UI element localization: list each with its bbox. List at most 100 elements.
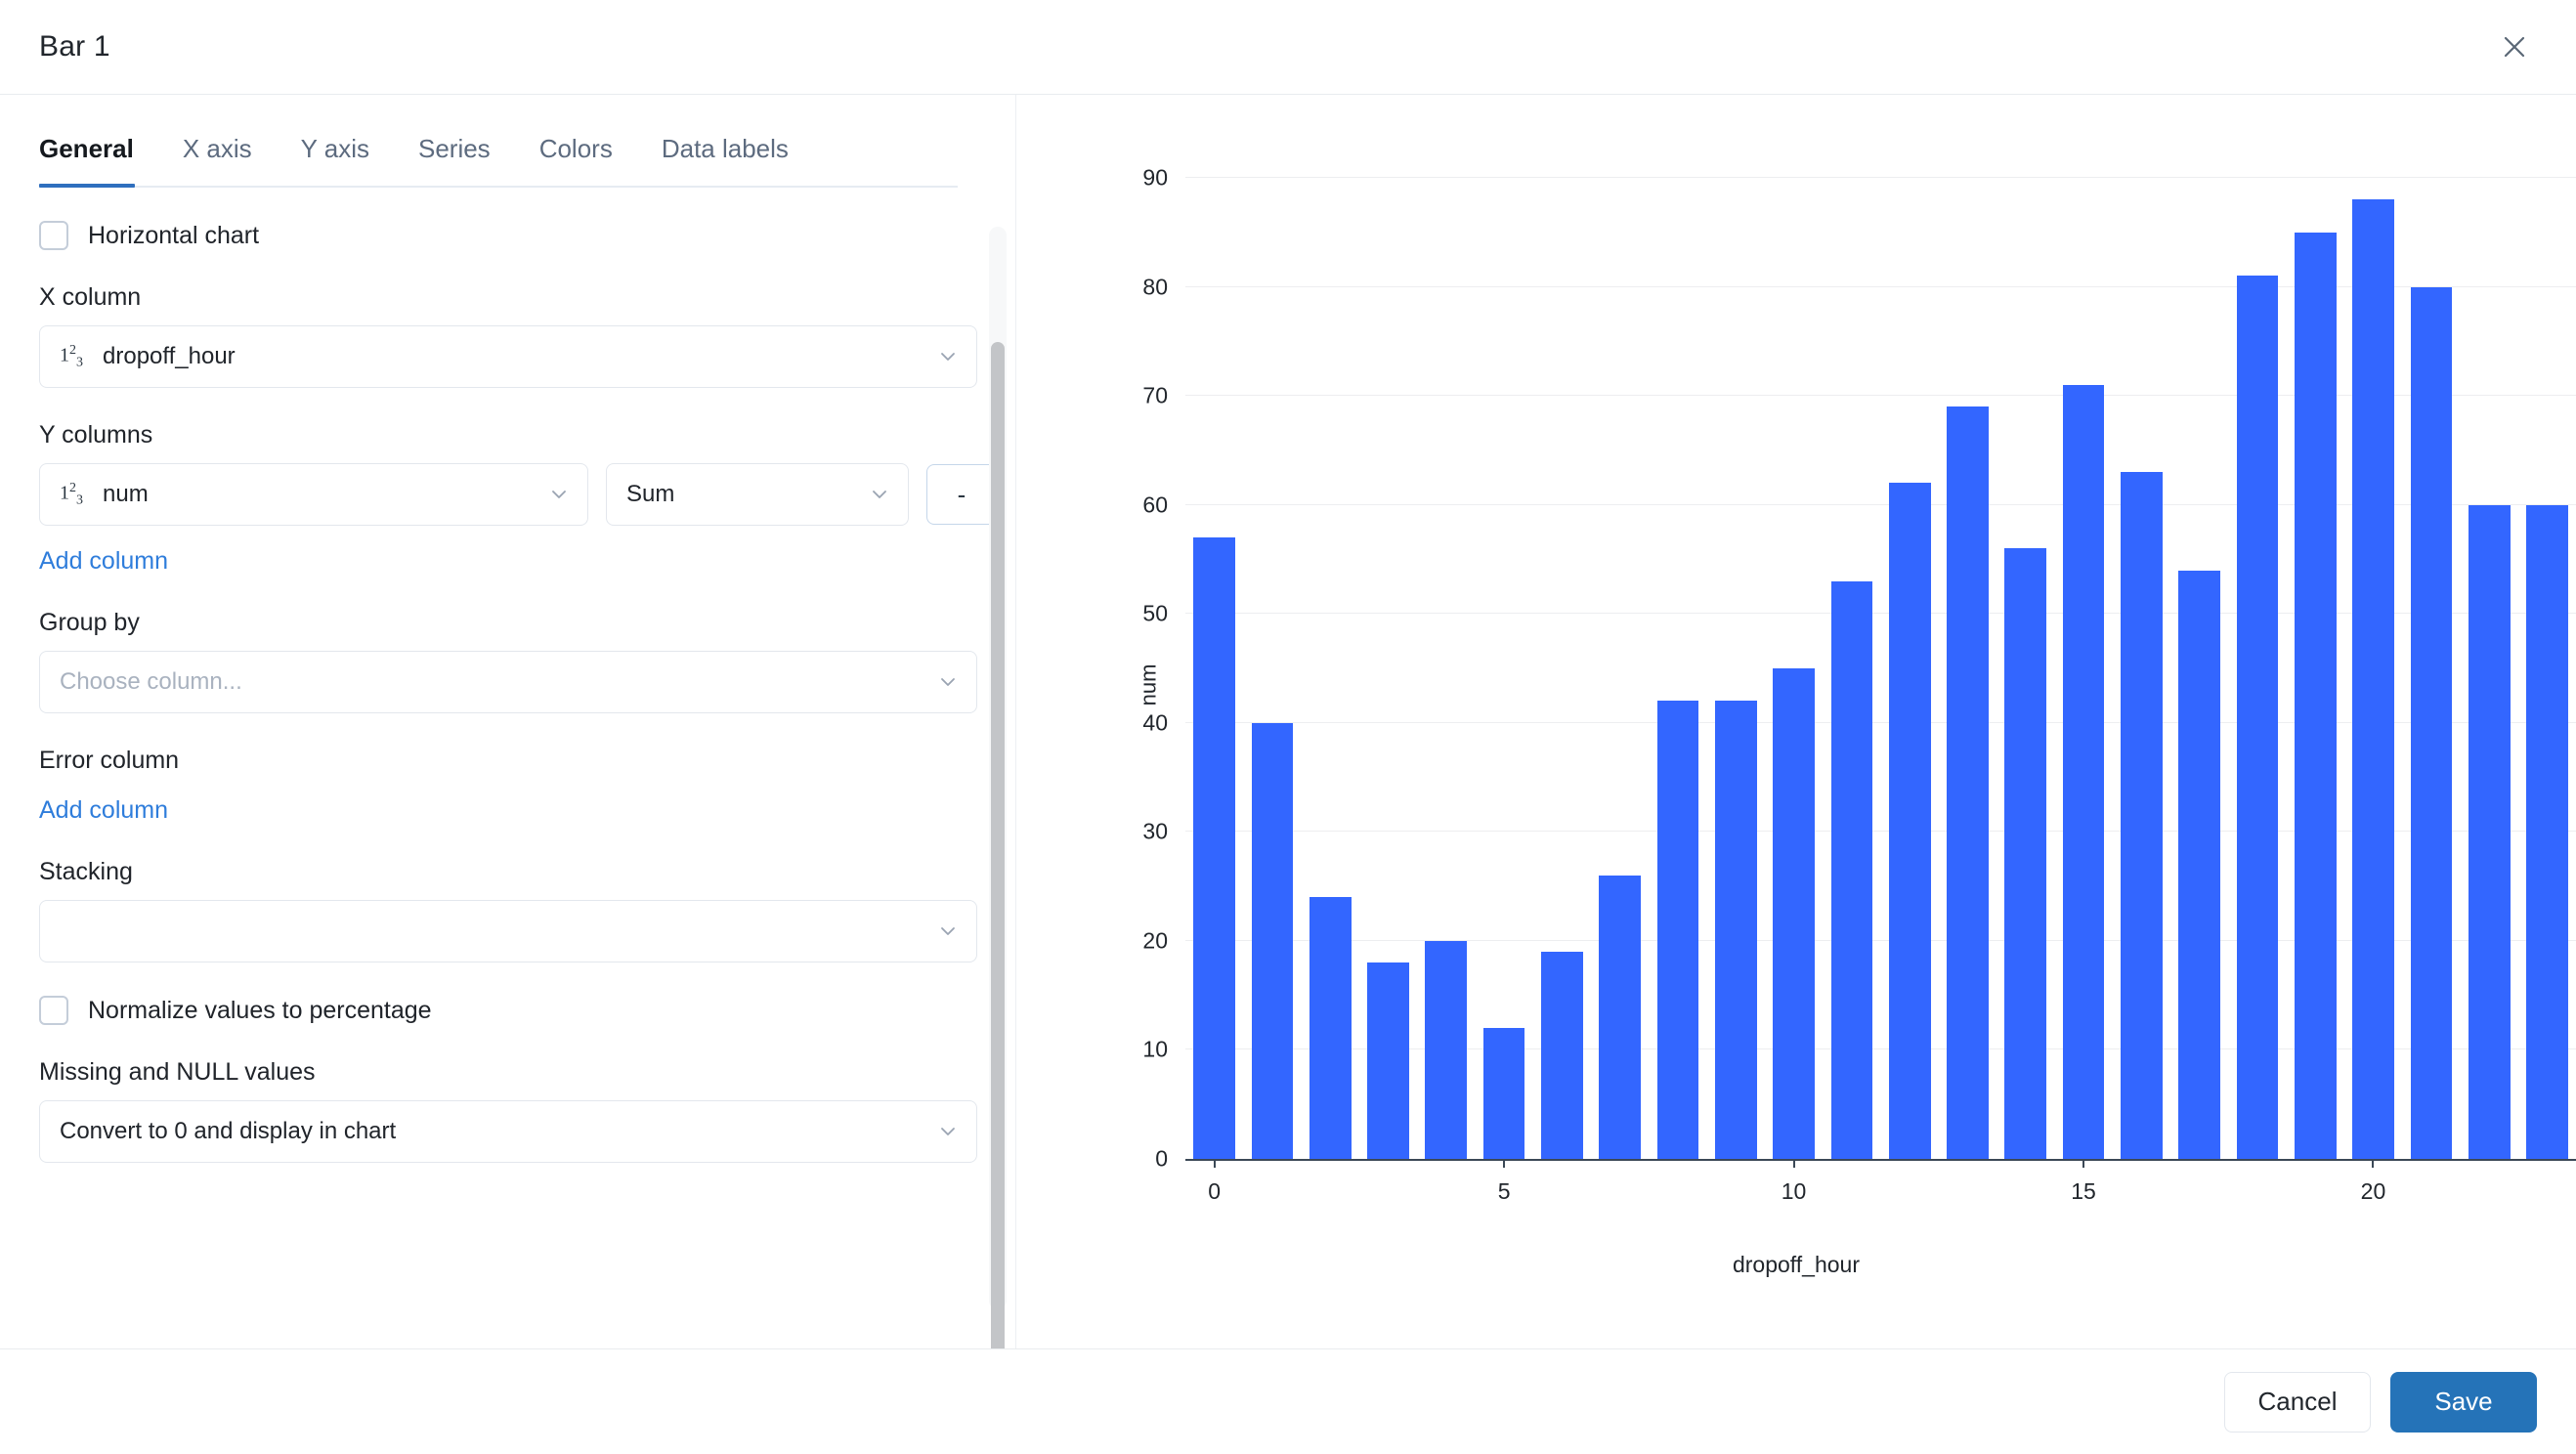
add-y-column-link[interactable]: Add column [39, 547, 168, 576]
x-axis-tick-mark [2372, 1159, 2375, 1168]
bar-slot [2287, 178, 2344, 1159]
save-button[interactable]: Save [2390, 1371, 2537, 1433]
bar[interactable] [1599, 875, 1642, 1159]
bar-slot [2518, 178, 2576, 1159]
scrollbar-thumb[interactable] [991, 342, 1005, 1348]
tab-y-axis[interactable]: Y axis [301, 134, 369, 188]
tab-general[interactable]: General [39, 134, 134, 188]
bar-slot [1243, 178, 1301, 1159]
horizontal-chart-label: Horizontal chart [88, 221, 260, 249]
chart-preview-pane: num 0 10 20 30 40 50 60 70 80 90 0 5 10 15 20 dropoff… [1016, 95, 2576, 1348]
bar-slot [2228, 178, 2286, 1159]
bar[interactable] [1830, 580, 1873, 1159]
missing-null-field: Missing and NULL values Convert to 0 and… [39, 1058, 977, 1163]
stacking-field: Stacking [39, 858, 977, 962]
x-axis-tick-label: 5 [1497, 1178, 1511, 1204]
bar[interactable] [2526, 504, 2568, 1159]
bar[interactable] [1714, 701, 1757, 1159]
tab-colors[interactable]: Colors [539, 134, 613, 188]
cancel-button[interactable]: Cancel [2224, 1371, 2371, 1433]
y-columns-row: 123 num Sum - [39, 463, 997, 526]
bar[interactable] [1309, 897, 1352, 1159]
bar[interactable] [1656, 701, 1699, 1159]
plot-area: 0 10 20 30 40 50 60 70 80 90 0 5 10 15 20 [1142, 165, 2576, 1204]
y-axis-tick-label: 20 [1142, 927, 1168, 954]
stacking-label: Stacking [39, 858, 133, 885]
bar[interactable] [1367, 962, 1409, 1159]
normalize-label: Normalize values to percentage [88, 996, 432, 1024]
stacking-select[interactable] [39, 900, 977, 962]
add-error-column-link[interactable]: Add column [39, 796, 168, 825]
x-axis-tick-label: 0 [1208, 1178, 1222, 1204]
group-by-placeholder: Choose column... [60, 668, 242, 695]
bar-slot [1533, 178, 1591, 1159]
x-axis-tick-label: 20 [2360, 1178, 2386, 1204]
settings-pane: General X axis Y axis Series Colors Data… [0, 95, 1016, 1348]
missing-null-select[interactable]: Convert to 0 and display in chart [39, 1100, 977, 1163]
bar[interactable] [2121, 472, 2163, 1159]
y-axis-tick-label: 30 [1142, 818, 1168, 844]
y-columns-field: Y columns 123 num Sum - Add column [39, 421, 997, 576]
settings-scrollbar[interactable] [989, 227, 1007, 1348]
bar[interactable] [2004, 548, 2047, 1159]
chevron-down-icon [937, 671, 959, 693]
y-aggregate-select[interactable]: Sum [606, 463, 909, 526]
bar[interactable] [2062, 384, 2105, 1159]
bar-slot [2170, 178, 2228, 1159]
bar[interactable] [2178, 570, 2221, 1159]
bar[interactable] [1773, 668, 1815, 1159]
missing-null-value: Convert to 0 and display in chart [60, 1118, 397, 1144]
bar[interactable] [1947, 406, 1989, 1159]
tab-data-labels[interactable]: Data labels [662, 134, 789, 188]
bar-slot [1475, 178, 1532, 1159]
horizontal-chart-checkbox[interactable] [39, 221, 68, 250]
y-axis-tick-label: 40 [1142, 709, 1168, 736]
chevron-down-icon [937, 1121, 959, 1142]
y-axis-tick-label: 70 [1142, 382, 1168, 408]
tab-series[interactable]: Series [418, 134, 491, 188]
bar[interactable] [2352, 199, 2394, 1159]
x-column-field: X column 123 dropoff_hour [39, 283, 977, 388]
close-icon [2502, 34, 2527, 60]
y-column-select[interactable]: 123 num [39, 463, 588, 526]
bar-chart: num 0 10 20 30 40 50 60 70 80 90 0 5 10 15 20 [1122, 158, 2576, 1212]
chart-settings-modal: Bar 1 General X axis Y axis Series Color… [0, 0, 2576, 1454]
bar-slot [2344, 178, 2402, 1159]
x-axis-tick-mark [2082, 1159, 2085, 1168]
bar-slot [1591, 178, 1649, 1159]
bar[interactable] [1251, 722, 1294, 1159]
bar[interactable] [1193, 537, 1235, 1159]
active-tab-indicator [39, 184, 135, 188]
y-aggregate-value: Sum [626, 481, 675, 507]
bar[interactable] [1541, 952, 1583, 1159]
normalize-row[interactable]: Normalize values to percentage [39, 996, 977, 1025]
x-axis-tick-mark [1213, 1159, 1216, 1168]
bar-slot [1996, 178, 2054, 1159]
bar[interactable] [2410, 286, 2453, 1159]
bar[interactable] [1482, 1028, 1525, 1159]
y-axis-tick-label: 80 [1142, 274, 1168, 300]
x-axis-title: dropoff_hour [1732, 1252, 1860, 1277]
remove-y-column-button[interactable]: - [926, 464, 997, 525]
x-axis-tick-label: 15 [2071, 1178, 2096, 1204]
bar[interactable] [2294, 232, 2337, 1159]
missing-null-label: Missing and NULL values [39, 1058, 316, 1086]
bar-slot [2054, 178, 2112, 1159]
bar-slot [1359, 178, 1417, 1159]
modal-header: Bar 1 [0, 0, 2576, 95]
x-axis-tick-label: 10 [1781, 1178, 1807, 1204]
bar[interactable] [1888, 483, 1931, 1159]
x-column-select[interactable]: 123 dropoff_hour [39, 325, 977, 388]
bar[interactable] [2236, 276, 2279, 1159]
horizontal-chart-row[interactable]: Horizontal chart [39, 221, 977, 250]
close-button[interactable] [2492, 24, 2537, 69]
chevron-down-icon [869, 484, 890, 505]
bar[interactable] [1425, 940, 1468, 1159]
bar[interactable] [2468, 504, 2511, 1159]
bar-slot [1823, 178, 1880, 1159]
tab-x-axis[interactable]: X axis [183, 134, 252, 188]
bar-slot [1302, 178, 1359, 1159]
normalize-checkbox[interactable] [39, 996, 68, 1025]
group-by-select[interactable]: Choose column... [39, 651, 977, 713]
group-by-field: Group by Choose column... [39, 609, 977, 713]
